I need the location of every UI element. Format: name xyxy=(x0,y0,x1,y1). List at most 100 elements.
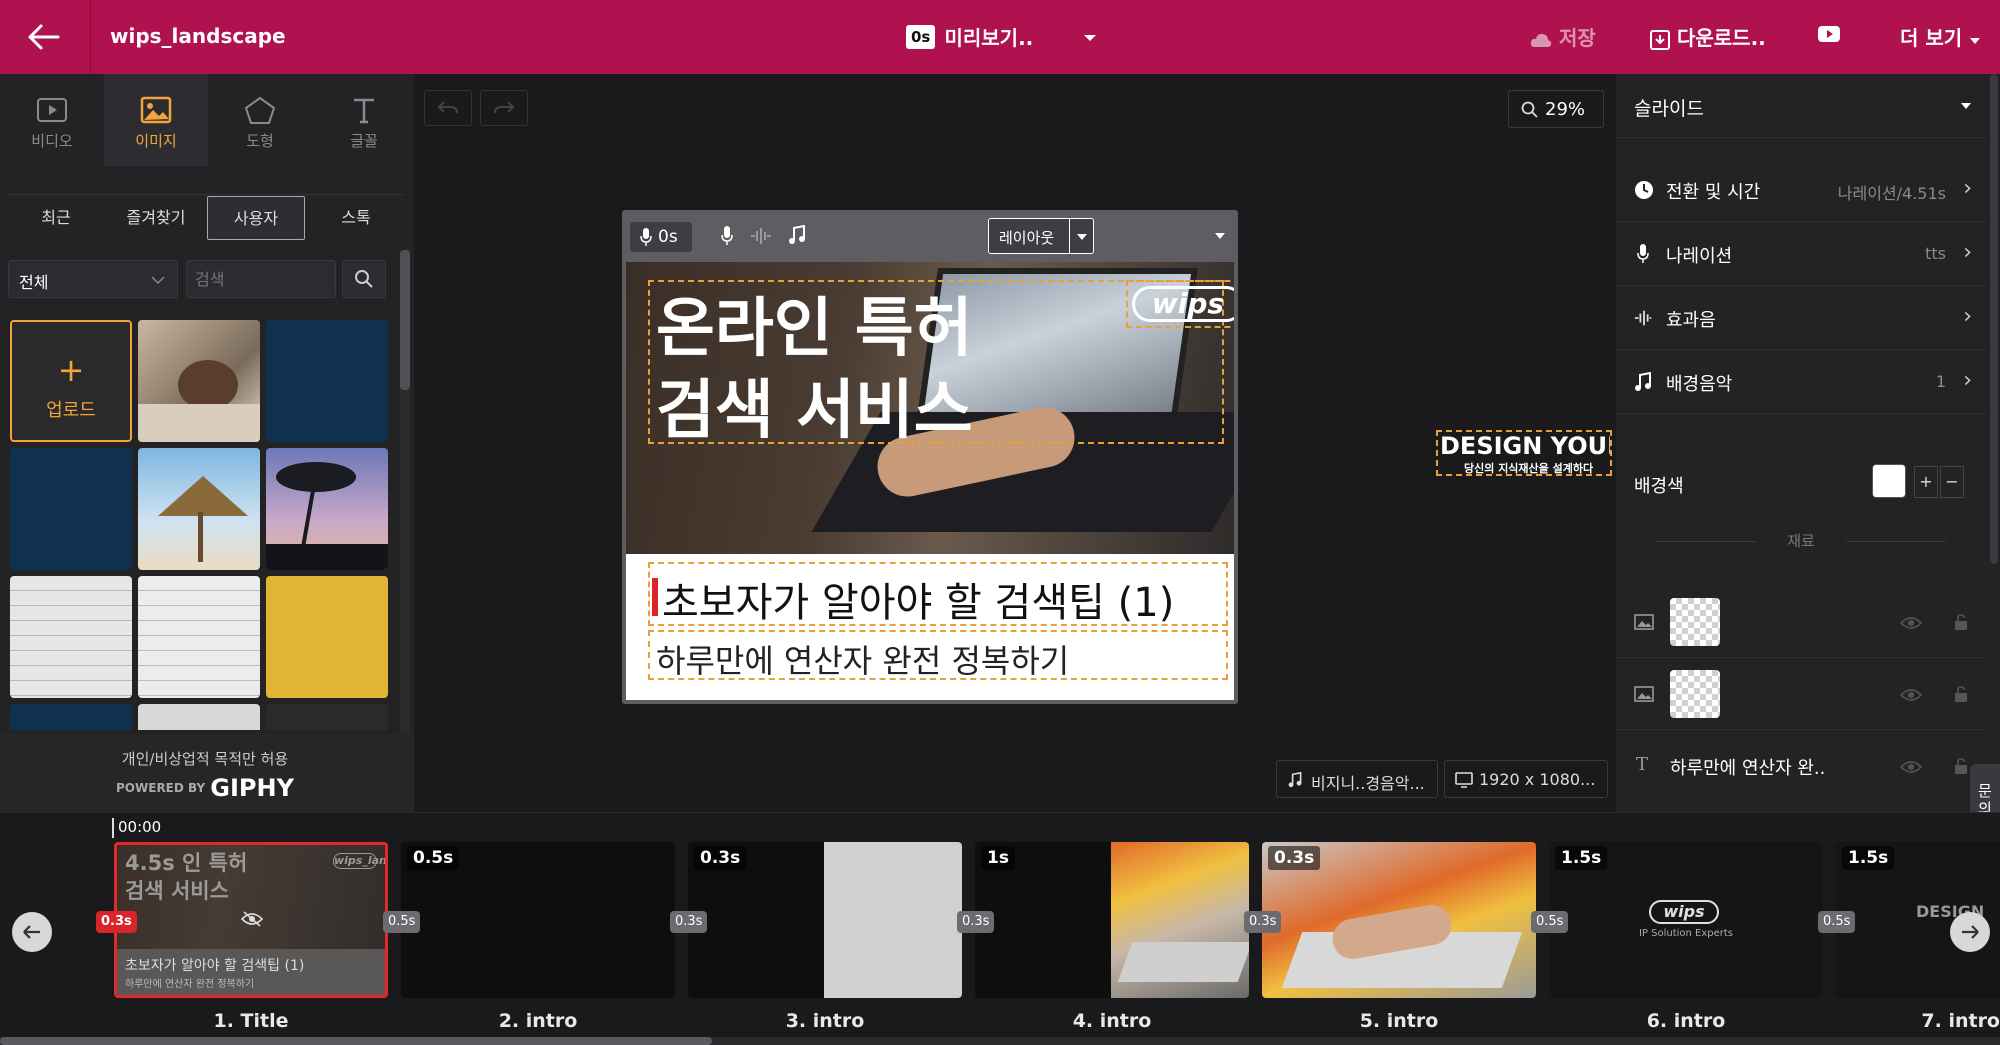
bgm-row[interactable]: 배경음악 1 › xyxy=(1616,350,1986,414)
transition-badge[interactable]: 0.3s xyxy=(1244,911,1282,933)
transition-badge[interactable]: 0.3s xyxy=(957,911,995,933)
clip-duration: 1.5s xyxy=(1842,846,1895,870)
eye-off-icon[interactable] xyxy=(241,911,263,927)
asset-thumbnail[interactable] xyxy=(138,576,260,698)
asset-scrollbar[interactable] xyxy=(400,250,410,806)
slide-canvas[interactable]: 온라인 특허 검색 서비스 wips 초보자가 알아야 할 검색팁 (1) 하루… xyxy=(626,262,1234,700)
clip-label: 1. Title xyxy=(213,1010,289,1032)
lock-icon[interactable] xyxy=(1954,614,1968,630)
asset-thumbnail[interactable] xyxy=(10,704,132,730)
slide-subtext: 하루만에 연산자 완전 정복하기 xyxy=(656,642,1070,680)
save-button[interactable]: 저장 xyxy=(1530,22,1596,51)
eye-icon[interactable] xyxy=(1900,616,1922,630)
more-menu-button[interactable]: 더 보기 xyxy=(1900,22,1981,51)
asset-thumbnail[interactable] xyxy=(266,576,388,698)
tool-video[interactable]: 비디오 xyxy=(0,74,104,166)
tab-user[interactable]: 사용자 xyxy=(207,196,305,240)
tool-shape[interactable]: 도형 xyxy=(208,74,312,166)
tool-image[interactable]: 이미지 xyxy=(104,74,208,166)
asset-thumbnail[interactable] xyxy=(10,448,132,570)
timeline-next-button[interactable] xyxy=(1950,912,1990,952)
bg-color-swatch[interactable] xyxy=(1872,464,1906,498)
layout-dropdown[interactable]: 레이아웃 xyxy=(988,218,1094,254)
license-note: 개인/비상업적 목적만 허용 xyxy=(121,750,289,768)
lock-icon[interactable] xyxy=(1954,686,1968,702)
timeline-prev-button[interactable] xyxy=(12,912,52,952)
cloud-upload-icon xyxy=(1530,33,1552,47)
transition-badge[interactable]: 0.5s xyxy=(383,911,421,933)
download-button[interactable]: 다운로드.. xyxy=(1650,22,1766,51)
video-icon xyxy=(37,98,67,122)
redo-button[interactable] xyxy=(480,90,528,126)
asset-thumbnail[interactable] xyxy=(266,448,388,570)
chevron-down-icon[interactable] xyxy=(1214,232,1226,240)
tab-recent[interactable]: 최근 xyxy=(8,196,104,240)
arrow-right-icon xyxy=(1962,925,1979,939)
material-thumbnail xyxy=(1670,670,1720,718)
sound-effect-icon[interactable] xyxy=(750,227,772,245)
mic-icon xyxy=(1637,244,1649,263)
subtitle-box[interactable]: 초보자가 알아야 할 검색팁 (1) xyxy=(648,562,1228,626)
asset-thumbnail[interactable] xyxy=(10,576,132,698)
asset-thumbnail[interactable] xyxy=(138,704,260,730)
project-title[interactable]: wips_landscape xyxy=(110,24,286,48)
narration-row[interactable]: 나레이션 tts › xyxy=(1616,222,1986,286)
slide-subtitle: 초보자가 알아야 할 검색팁 (1) xyxy=(662,580,1175,626)
timeline-clip[interactable]: 4.5s 인 특허 검색 서비스 wips_landscape 초보자가 알아야… xyxy=(114,842,388,998)
properties-scrollbar[interactable] xyxy=(1990,74,1998,564)
zoom-button[interactable]: 29% xyxy=(1508,90,1604,128)
sound-effect-row[interactable]: 효과음 › xyxy=(1616,286,1986,350)
lock-icon[interactable] xyxy=(1954,758,1968,774)
mic-icon[interactable] xyxy=(720,226,734,246)
transition-badge[interactable]: 0.3s xyxy=(96,911,137,933)
search-input[interactable] xyxy=(186,260,336,298)
upload-button[interactable]: + 업로드 xyxy=(10,320,132,442)
transition-badge[interactable]: 0.5s xyxy=(1531,911,1569,933)
undo-button[interactable] xyxy=(424,90,472,126)
asset-thumbnail[interactable] xyxy=(138,448,260,570)
subtext-box[interactable]: 하루만에 연산자 완전 정복하기 xyxy=(648,630,1228,680)
tab-stock[interactable]: 스톡 xyxy=(308,196,404,240)
bgm-chip[interactable]: 비지니..경음악... xyxy=(1276,760,1438,798)
resolution-chip[interactable]: 1920 x 1080... xyxy=(1444,760,1608,798)
clip-label: 5. intro xyxy=(1359,1010,1439,1032)
search-button[interactable] xyxy=(342,260,386,298)
mic-icon xyxy=(640,228,652,246)
preview-button[interactable]: 0s 미리보기.. xyxy=(906,22,1033,52)
slide-section-header[interactable]: 슬라이드 xyxy=(1616,74,1986,138)
transition-time-row[interactable]: 전환 및 시간 나레이션/4.51s › xyxy=(1616,158,1986,222)
tool-font[interactable]: 글꼴 xyxy=(312,74,416,166)
chevron-right-icon: › xyxy=(1963,176,1972,201)
filter-select[interactable]: 전체 xyxy=(8,260,178,298)
chevron-down-icon[interactable] xyxy=(1083,28,1097,47)
music-note-icon[interactable] xyxy=(788,225,806,245)
timeline-clip[interactable]: wips IP Solution Experts 1.5s xyxy=(1549,842,1823,998)
timeline-clip[interactable]: 0.3s xyxy=(1262,842,1536,998)
transition-badge[interactable]: 0.3s xyxy=(670,911,708,933)
timeline-clip[interactable]: 0.5s xyxy=(401,842,675,998)
material-row[interactable] xyxy=(1616,658,1986,730)
material-row[interactable]: T 하루만에 연산자 완.. xyxy=(1616,730,1986,802)
asset-thumbnail[interactable] xyxy=(266,320,388,442)
eye-icon[interactable] xyxy=(1900,688,1922,702)
youtube-icon[interactable] xyxy=(1818,26,1840,46)
clip-subtitle-overlay: 초보자가 알아야 할 검색팁 (1) xyxy=(125,958,305,974)
material-row[interactable] xyxy=(1616,586,1986,658)
timeline-clip[interactable]: 0.3s xyxy=(688,842,962,998)
asset-thumbnail[interactable] xyxy=(266,704,388,730)
tab-favorites[interactable]: 즐겨찾기 xyxy=(108,196,204,240)
asset-thumbnail[interactable] xyxy=(138,320,260,442)
redo-icon xyxy=(494,101,515,114)
narration-time-chip[interactable]: 0s xyxy=(630,222,692,252)
bg-color-remove-button[interactable]: − xyxy=(1940,466,1964,498)
eye-icon[interactable] xyxy=(1900,760,1922,774)
bg-color-add-button[interactable]: + xyxy=(1914,466,1938,498)
timeline-scrollbar[interactable] xyxy=(0,1037,2000,1045)
material-thumbnail xyxy=(1670,598,1720,646)
clip-logo-overlay: wips xyxy=(1649,900,1719,924)
transition-badge[interactable]: 0.5s xyxy=(1818,911,1856,933)
timeline-clip[interactable]: 1s xyxy=(975,842,1249,998)
logo-box[interactable]: wips xyxy=(1126,280,1234,328)
offcanvas-element[interactable]: DESIGN YOUR I 당신의 지식재산을 설계하다 xyxy=(1436,430,1612,476)
back-arrow-icon[interactable] xyxy=(24,20,64,54)
